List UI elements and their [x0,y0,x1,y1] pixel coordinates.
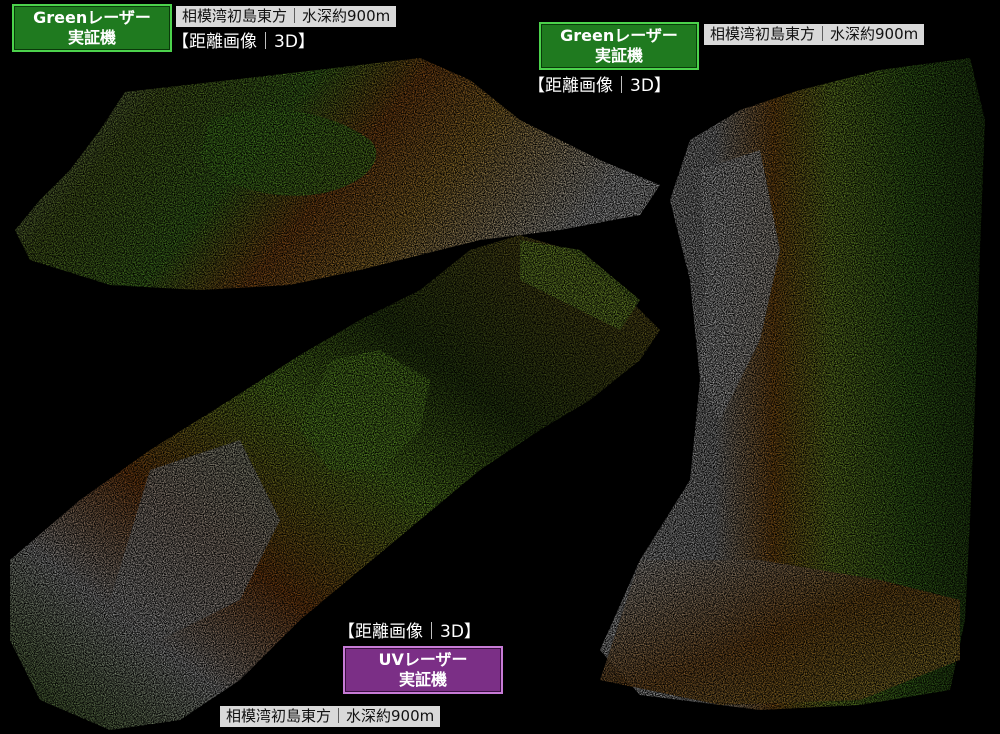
bottom-image-caption: 【距離画像｜3D】 [338,622,481,642]
bottom-location-label: 相模湾初島東方｜水深約900m [220,706,441,727]
badge-title: Greenレーザー [33,8,151,27]
seafloor-range-image [10,58,985,730]
badge-subtitle: 実証機 [594,46,643,65]
badge-title: Greenレーザー [560,26,678,45]
badge-title: UVレーザー [378,650,468,669]
top-right-location-label: 相模湾初島東方｜水深約900m [704,24,925,45]
bottom-uv-laser-badge: UVレーザー 実証機 [343,646,503,694]
top-left-image-caption: 【距離画像｜3D】 [172,32,315,52]
top-left-location-label: 相模湾初島東方｜水深約900m [176,6,397,27]
top-right-image-caption: 【距離画像｜3D】 [528,76,671,96]
badge-subtitle: 実証機 [398,670,447,689]
badge-subtitle: 実証機 [67,28,116,47]
top-left-green-laser-badge: Greenレーザー 実証機 [12,4,172,52]
top-right-green-laser-badge: Greenレーザー 実証機 [539,22,699,70]
